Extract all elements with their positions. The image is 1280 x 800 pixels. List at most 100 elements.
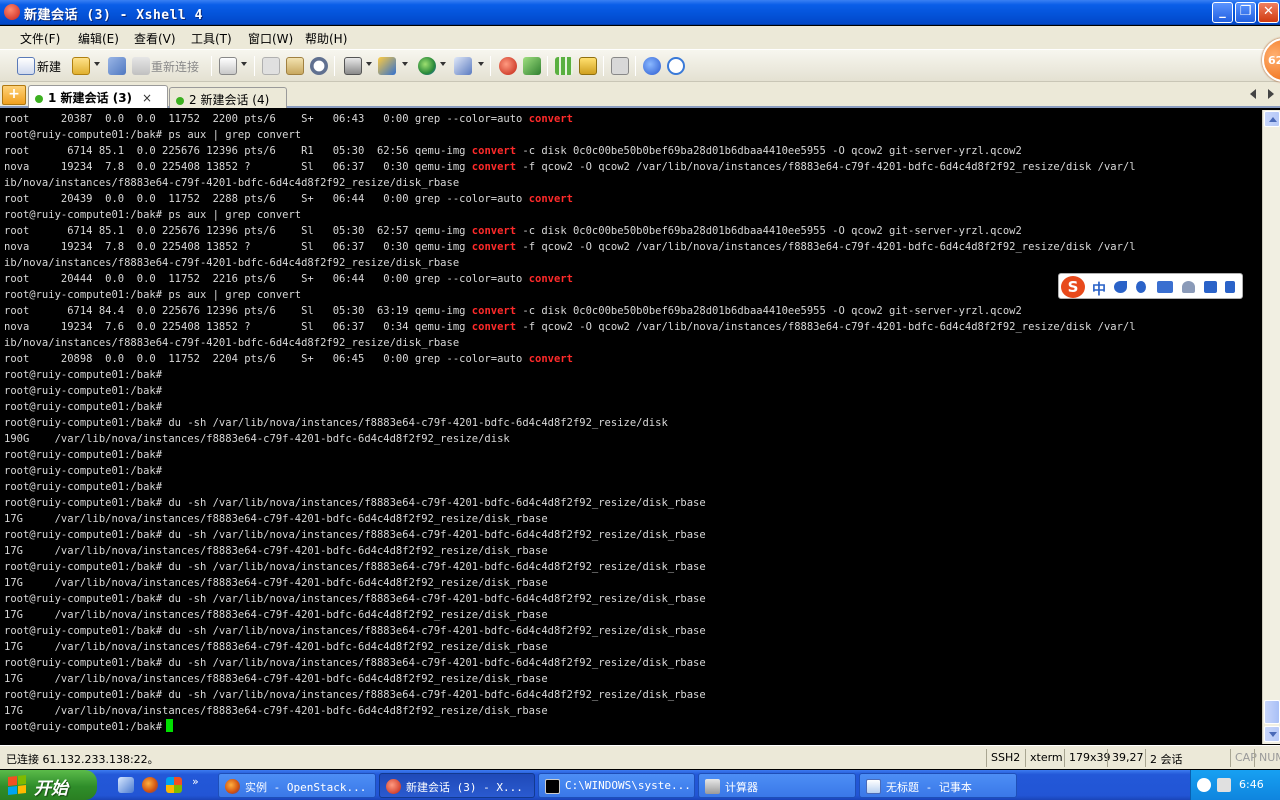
new-session-icon[interactable] [17,57,35,75]
copy-icon[interactable] [262,57,280,75]
start-button[interactable]: 开始 [0,770,97,800]
add-tab-button[interactable]: + [2,85,26,105]
menu-view[interactable]: 查看(V) [134,30,176,47]
paste-icon[interactable] [286,57,304,75]
print-dropdown-icon[interactable] [366,62,372,66]
tray-collapse-icon[interactable] [1197,778,1211,792]
menu-edit[interactable]: 编辑(E) [78,30,119,47]
terminal-text: -f qcow2 -O qcow2 /var/lib/nova/instance… [516,241,1136,253]
firefox-quicklaunch-icon[interactable] [142,777,158,793]
tab-session-2[interactable]: 2 新建会话 (4) [169,87,287,108]
xshell-app-icon[interactable] [4,4,20,20]
punctuation-icon[interactable] [1136,281,1146,293]
properties-dropdown-icon[interactable] [241,62,247,66]
scroll-up-button[interactable] [1264,111,1280,127]
terminal-text: root@ruiy-compute01:/bak# du -sh /var/li… [4,561,706,573]
show-desktop-icon[interactable] [118,777,134,793]
terminal-text: -f qcow2 -O qcow2 /var/lib/nova/instance… [516,321,1136,333]
terminal-line: nova 19234 7.8 0.0 225408 13852 ? Sl 06:… [4,159,1262,175]
terminal-type-status: xterm [1025,749,1067,767]
toolbar-separator [603,56,604,76]
xftp-icon[interactable] [523,57,541,75]
maximize-button[interactable]: ❐ [1235,2,1256,23]
ime-mode-chinese[interactable]: 中 [1092,279,1106,299]
sogou-logo[interactable]: S [1061,276,1085,298]
keyboard-icon[interactable] [611,57,629,75]
chat-bubble-icon[interactable] [667,57,685,75]
reconnect-button[interactable]: 重新连接 [151,58,199,75]
tab-scroll-right-icon[interactable] [1268,89,1274,99]
shirt-icon[interactable] [1204,281,1217,293]
tab-session-1[interactable]: 1 新建会话 (3) × [28,85,168,108]
xshell-logo-icon[interactable] [499,57,517,75]
terminal-output[interactable]: root 20387 0.0 0.0 11752 2200 pts/6 S+ 0… [0,110,1262,744]
terminal-text: -c disk 0c0c00be50b0bef69ba28d01b6dbaa44… [516,145,1022,157]
user-icon[interactable] [1182,281,1195,293]
toolbar: 新建 重新连接 [0,50,1280,82]
terminal-line: 17G /var/lib/nova/instances/f8883e64-c79… [4,575,1262,591]
quicklaunch-expand-icon[interactable]: » [192,775,199,788]
wrench-icon[interactable] [1225,281,1235,293]
font-icon[interactable] [454,57,472,75]
properties-icon[interactable] [219,57,237,75]
taskbar-item-label: 计算器 [725,781,758,794]
print-icon[interactable] [344,57,362,75]
terminal-text: nova 19234 7.6 0.0 225408 13852 ? Sl 06:… [4,321,472,333]
close-tab-icon[interactable]: × [142,91,152,105]
menu-window[interactable]: 窗口(W) [248,30,293,47]
help-icon[interactable] [643,57,661,75]
scroll-down-button[interactable] [1264,726,1280,742]
menu-help[interactable]: 帮助(H) [305,30,347,47]
scroll-thumb[interactable] [1264,700,1280,724]
terminal-text: root 20387 0.0 0.0 11752 2200 pts/6 S+ 0… [4,113,529,125]
minimize-button[interactable]: _ [1212,2,1233,23]
taskbar-item-notepad[interactable]: 无标题 - 记事本 [859,773,1017,798]
find-icon[interactable] [310,57,328,75]
cursor-position-status: 39,27 [1107,749,1148,767]
terminal-line: root@ruiy-compute01:/bak# [4,447,1262,463]
font-dropdown-icon[interactable] [478,62,484,66]
terminal-text: root@ruiy-compute01:/bak# du -sh /var/li… [4,529,706,541]
open-folder-icon[interactable] [72,57,90,75]
keyboard-icon[interactable] [1157,281,1173,293]
terminal-text: root@ruiy-compute01:/bak# du -sh /var/li… [4,657,706,669]
title-bar[interactable]: 新建会话 (3) - Xshell 4 _ ❐ ✕ [0,0,1280,25]
menu-tools[interactable]: 工具(T) [191,30,232,47]
taskbar-item-xshell[interactable]: 新建会话 (3) - X... [379,773,535,798]
terminal-text: 17G /var/lib/nova/instances/f8883e64-c79… [4,577,548,589]
terminal-line: root 6714 85.1 0.0 225676 12396 pts/6 Sl… [4,223,1262,239]
terminal-scrollbar[interactable] [1262,110,1280,744]
menu-file[interactable]: 文件(F) [20,30,60,47]
moon-icon[interactable] [1114,281,1127,293]
globe-dropdown-icon[interactable] [440,62,446,66]
new-session-button[interactable]: 新建 [37,58,61,75]
terminal-text: root@ruiy-compute01:/bak# du -sh /var/li… [4,625,706,637]
terminal-text: 17G /var/lib/nova/instances/f8883e64-c79… [4,705,548,717]
ime-toolbar[interactable]: S 中 [1058,273,1243,299]
lock-icon[interactable] [579,57,597,75]
globe-icon[interactable] [418,57,436,75]
taskbar-item-calculator[interactable]: 计算器 [698,773,856,798]
layout-icon[interactable] [555,57,573,75]
transfer-icon[interactable] [378,57,396,75]
terminal-line: root@ruiy-compute01:/bak# du -sh /var/li… [4,687,1262,703]
firefox-icon [225,779,240,794]
taskbar-item-cmd[interactable]: C:\WINDOWS\syste... [538,773,695,798]
close-button[interactable]: ✕ [1258,2,1279,23]
terminal-text: 17G /var/lib/nova/instances/f8883e64-c79… [4,641,548,653]
network-icon[interactable] [1217,778,1231,792]
transfer-dropdown-icon[interactable] [402,62,408,66]
terminal-line: nova 19234 7.8 0.0 225408 13852 ? Sl 06:… [4,239,1262,255]
window-title: 新建会话 (3) - Xshell 4 [24,8,203,23]
chevron-down-icon [1269,732,1277,737]
windows-quicklaunch-icon[interactable] [166,777,182,793]
clock[interactable]: 6:46 [1239,778,1264,791]
open-dropdown-icon[interactable] [94,62,100,66]
tab-scroll-left-icon[interactable] [1250,89,1256,99]
terminal-text: ib/nova/instances/f8883e64-c79f-4201-bdf… [4,177,460,189]
menu-bar: 文件(F) 编辑(E) 查看(V) 工具(T) 窗口(W) 帮助(H) [0,26,1280,50]
taskbar-item-firefox[interactable]: 实例 - OpenStack... [218,773,376,798]
terminal-prompt-line[interactable]: root@ruiy-compute01:/bak# [4,719,1262,735]
connect-link-icon[interactable] [108,57,126,75]
toolbar-separator [334,56,335,76]
